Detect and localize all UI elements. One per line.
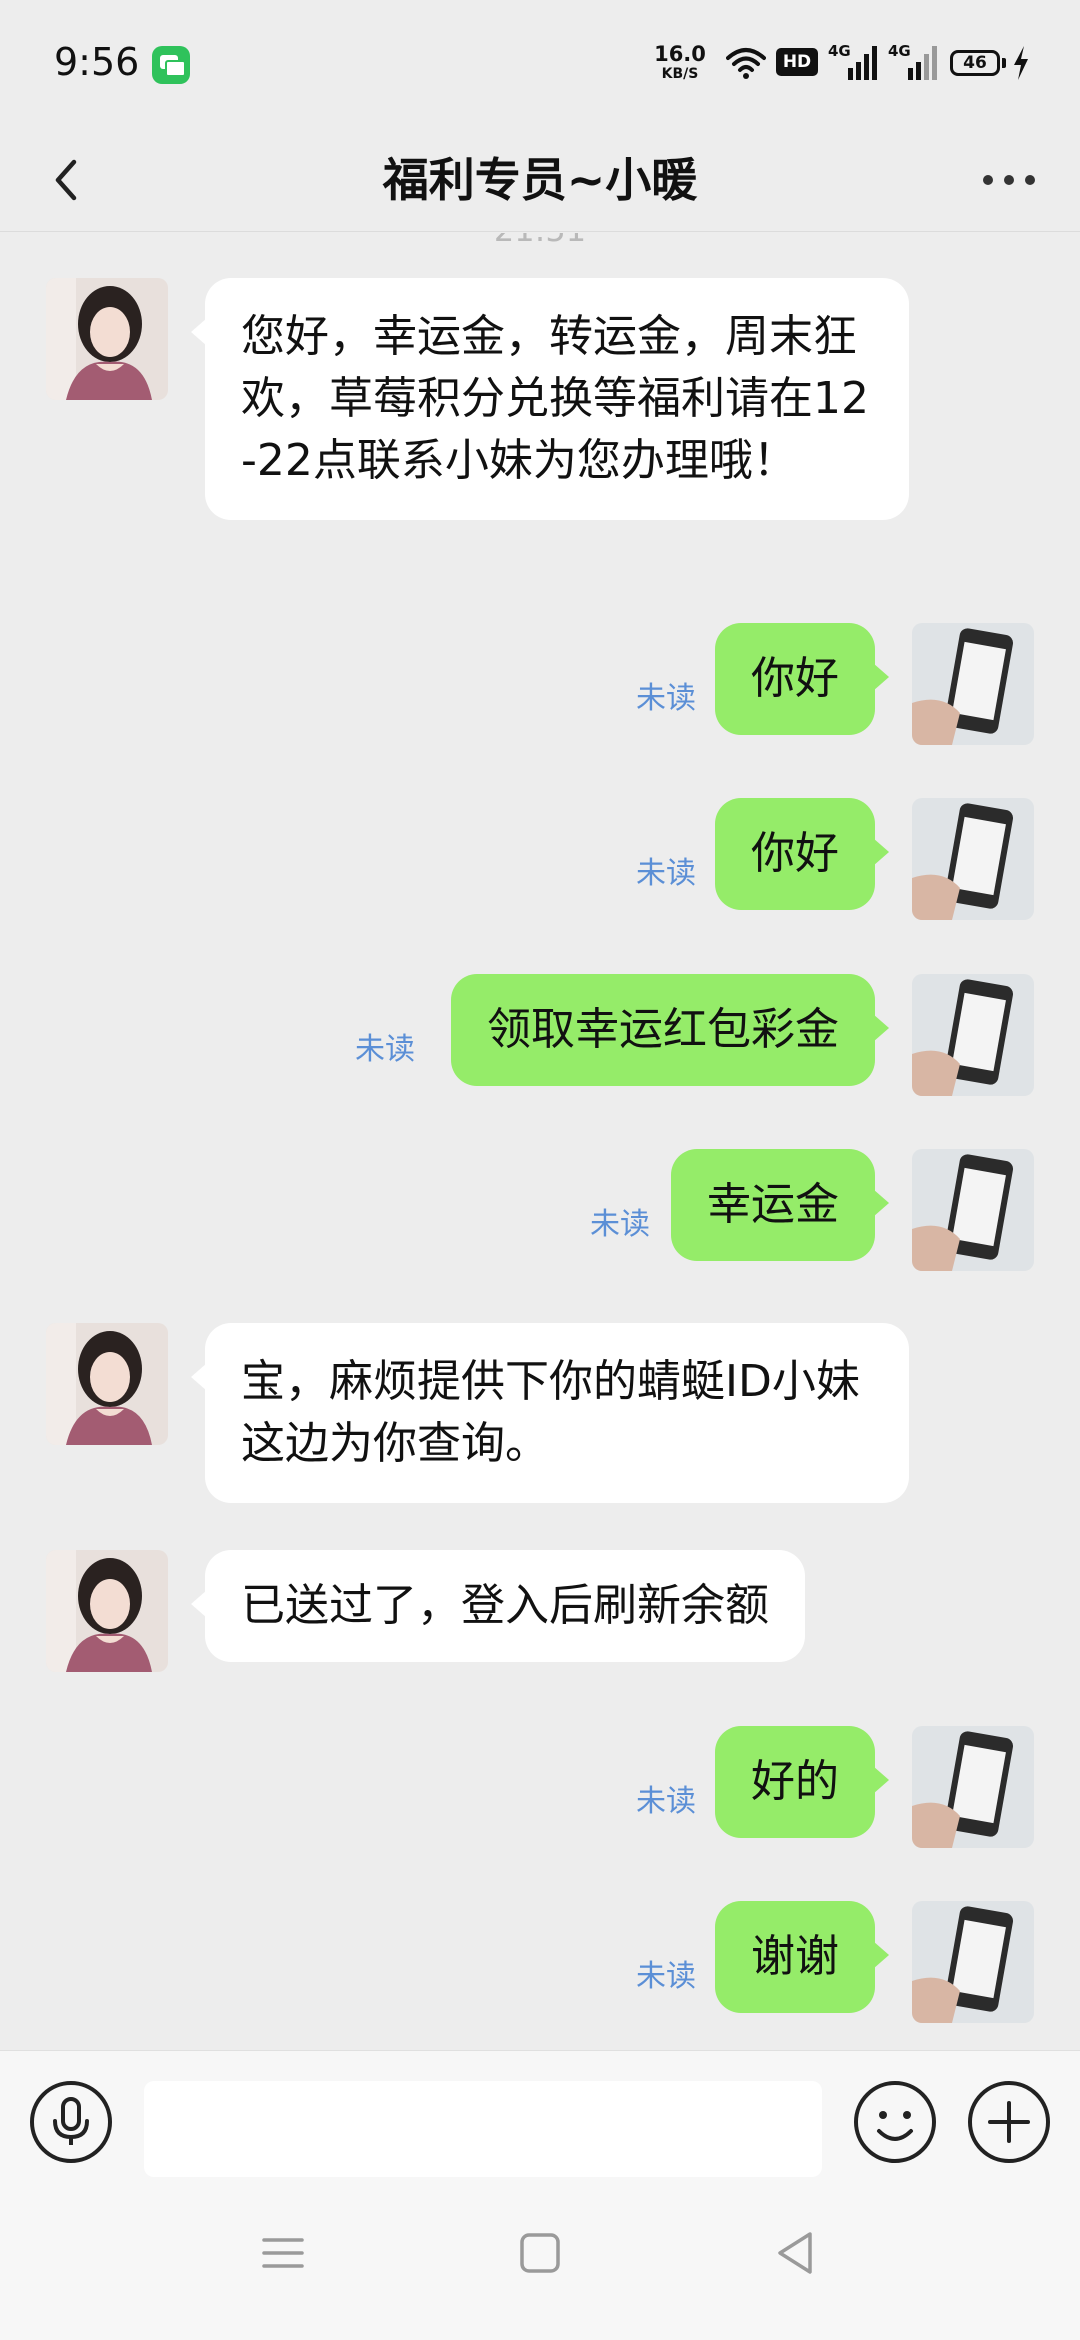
unread-status: 未读: [355, 1032, 415, 1067]
user-avatar[interactable]: [912, 623, 1034, 745]
contact-avatar[interactable]: [46, 1323, 168, 1445]
message-bubble-incoming[interactable]: 宝，麻烦提供下你的蜻蜓ID小妹这边为你查询。: [191, 1323, 909, 1503]
battery-icon: 46: [950, 50, 1000, 76]
hd-voice-icon: HD: [776, 48, 818, 76]
system-navigation-bar: [0, 2180, 1080, 2340]
message-bubble-outgoing[interactable]: 谢谢: [715, 1901, 889, 2013]
unread-status: 未读: [590, 1207, 650, 1242]
network-speed-value: 16.0: [654, 42, 706, 66]
chat-message-list[interactable]: 21:51 您好，幸运金，转运金，周末狂欢，草莓积分兑换等福利请在12-22点联…: [0, 233, 1080, 2050]
status-bar: 9:56 16.0 KB/S HD 4G 4G 46: [0, 0, 1080, 130]
nav-back-icon: [778, 2232, 812, 2274]
contact-avatar[interactable]: [46, 1550, 168, 1672]
unread-status: 未读: [636, 1784, 696, 1819]
network-speed-unit: KB/S: [661, 66, 699, 82]
emoji-button[interactable]: [852, 2079, 938, 2165]
nav-home-icon: [520, 2233, 560, 2273]
user-avatar[interactable]: [912, 1901, 1034, 2023]
messages-app-icon: [152, 46, 190, 84]
message-bubble-outgoing[interactable]: 幸运金: [671, 1149, 889, 1261]
user-avatar[interactable]: [912, 798, 1034, 920]
chat-header: 福利专员~小暖: [0, 130, 1080, 232]
more-icon: [983, 175, 1035, 185]
user-avatar[interactable]: [912, 1149, 1034, 1271]
voice-icon: [30, 2081, 112, 2163]
nav-home-button[interactable]: [515, 2228, 565, 2278]
user-avatar[interactable]: [912, 974, 1034, 1096]
user-avatar[interactable]: [912, 1726, 1034, 1848]
charging-bolt-icon: [1014, 46, 1028, 80]
message-bubble-incoming[interactable]: 已送过了，登入后刷新余额: [191, 1550, 805, 1662]
more-options-button[interactable]: [974, 150, 1044, 210]
signal-2-label: 4G: [888, 42, 911, 60]
message-bubble-outgoing[interactable]: 好的: [715, 1726, 889, 1838]
more-functions-button[interactable]: [966, 2079, 1052, 2165]
emoji-icon: [854, 2081, 936, 2163]
message-bubble-outgoing[interactable]: 你好: [715, 798, 889, 910]
message-timestamp: 21:51: [0, 233, 1080, 249]
message-text-input[interactable]: [144, 2081, 822, 2177]
message-bubble-outgoing[interactable]: 领取幸运红包彩金: [451, 974, 889, 1086]
nav-menu-button[interactable]: [258, 2228, 308, 2278]
nav-back-button[interactable]: [770, 2226, 820, 2280]
message-bubble-outgoing[interactable]: 你好: [715, 623, 889, 735]
signal-1-label: 4G: [828, 42, 851, 60]
unread-status: 未读: [636, 681, 696, 716]
unread-status: 未读: [636, 856, 696, 891]
plus-icon: [968, 2081, 1050, 2163]
wifi-icon: [726, 48, 766, 79]
chat-title: 福利专员~小暖: [382, 153, 698, 207]
unread-status: 未读: [636, 1959, 696, 1994]
voice-input-button[interactable]: [28, 2079, 114, 2165]
network-speed: 16.0 KB/S: [650, 42, 710, 82]
status-time: 9:56: [54, 40, 140, 84]
message-input-bar: [0, 2050, 1080, 2180]
battery-tip: [1002, 58, 1006, 68]
message-bubble-incoming[interactable]: 您好，幸运金，转运金，周末狂欢，草莓积分兑换等福利请在12-22点联系小妹为您办…: [191, 278, 909, 520]
nav-menu-icon: [262, 2238, 304, 2268]
contact-avatar[interactable]: [46, 278, 168, 400]
